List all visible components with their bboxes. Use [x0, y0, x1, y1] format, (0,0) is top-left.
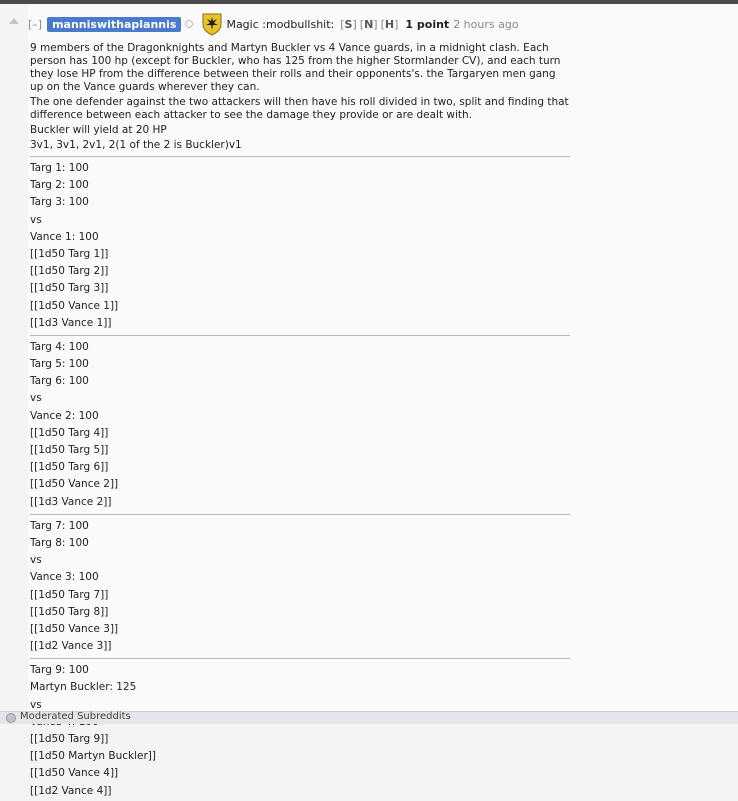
body-line: [[1d50 Targ 7]]: [30, 588, 109, 601]
shield-flair-icon: [202, 13, 222, 36]
body-line: Vance 3: 100: [30, 571, 99, 584]
body-line: Targ 3: 100: [30, 196, 89, 209]
body-line: [[1d50 Targ 9]]: [30, 733, 109, 745]
body-line: Vance 2: 100: [30, 409, 99, 422]
divider: [30, 156, 570, 157]
upvote-arrow-icon[interactable]: [9, 18, 19, 24]
intro-paragraph-4: 3v1, 3v1, 2v1, 2(1 of the 2 is Buckler)v…: [30, 139, 242, 151]
moderated-subreddits-bar[interactable]: Moderated Subreddits: [0, 711, 738, 724]
comment-time: 2 hours ago: [453, 17, 519, 31]
comment-body: 9 members of the Dragonknights and Marty…: [30, 42, 570, 801]
flag-h[interactable]: [H]: [381, 18, 399, 31]
body-line: Targ 9: 100: [30, 664, 89, 677]
body-line: [[1d50 Vance 3]]: [30, 622, 119, 635]
comment-tagline: [–] manniswithaplannis Magic :modbullshi…: [28, 13, 519, 36]
body-line: [[1d50 Targ 3]]: [30, 282, 109, 295]
body-line: [[1d50 Vance 1]]: [30, 299, 119, 312]
body-line: vs: [30, 554, 42, 567]
author-link[interactable]: manniswithaplannis: [47, 16, 182, 32]
body-line: Vance 1: 100: [30, 230, 99, 243]
globe-icon: [6, 713, 16, 723]
battle-group-3: Targ 7: 100 Targ 8: 100 vs Vance 3: 100 …: [30, 519, 570, 655]
battle-group-2: Targ 4: 100 Targ 5: 100 Targ 6: 100 vs V…: [30, 340, 570, 510]
body-line: Targ 5: 100: [30, 358, 89, 371]
user-status-dot-icon: [185, 20, 194, 28]
body-line: Targ 6: 100: [30, 375, 89, 388]
body-line: Targ 8: 100: [30, 536, 89, 549]
body-line: Martyn Buckler: 125: [30, 681, 137, 694]
body-line: vs: [30, 213, 42, 226]
flag-n[interactable]: [N]: [360, 18, 378, 31]
battle-group-4: Targ 9: 100 Martyn Buckler: 125 vs Vance…: [30, 663, 570, 799]
body-line: vs: [30, 392, 42, 405]
body-line: [[1d50 Martyn Buckler]]: [30, 750, 156, 763]
body-line: Targ 2: 100: [30, 179, 89, 192]
user-flair: Magic :modbullshit:: [226, 17, 335, 31]
intro-paragraph-1: 9 members of the Dragonknights and Marty…: [30, 42, 561, 93]
body-line: [[1d3 Vance 1]]: [30, 316, 112, 329]
divider: [30, 513, 570, 515]
divider: [30, 658, 570, 660]
body-line: Targ 1: 100: [30, 162, 89, 174]
vote-column: [0, 4, 28, 723]
body-line: Targ 7: 100: [30, 519, 89, 532]
body-line: Targ 4: 100: [30, 340, 89, 353]
comment-score: 1 point: [405, 17, 450, 31]
body-line: [[1d50 Targ 4]]: [30, 426, 109, 439]
body-line: [[1d50 Targ 5]]: [30, 444, 109, 456]
body-line: [[1d50 Targ 1]]: [30, 247, 109, 260]
body-line: [[1d50 Vance 4]]: [30, 767, 119, 780]
collapse-toggle[interactable]: [–]: [28, 18, 42, 31]
comment: [–] manniswithaplannis Magic :modbullshi…: [28, 4, 738, 797]
divider: [30, 334, 570, 336]
intro-paragraph-3: Buckler will yield at 20 HP: [30, 124, 167, 136]
battle-group-1: Targ 1: 100 Targ 2: 100 Targ 3: 100 vs V…: [30, 161, 570, 331]
body-line: [[1d2 Vance 4]]: [30, 784, 112, 797]
body-line: [[1d50 Targ 6]]: [30, 461, 109, 474]
body-line: [[1d2 Vance 3]]: [30, 640, 112, 653]
body-line: [[1d50 Targ 2]]: [30, 265, 109, 278]
body-line: [[1d50 Vance 2]]: [30, 478, 119, 491]
moderated-subreddits-label: Moderated Subreddits: [20, 711, 131, 722]
body-line: [[1d3 Vance 2]]: [30, 495, 112, 508]
body-line: [[1d50 Targ 8]]: [30, 605, 109, 618]
flag-s[interactable]: [S]: [340, 18, 357, 31]
intro-paragraph-2: The one defender against the two attacke…: [30, 96, 569, 121]
